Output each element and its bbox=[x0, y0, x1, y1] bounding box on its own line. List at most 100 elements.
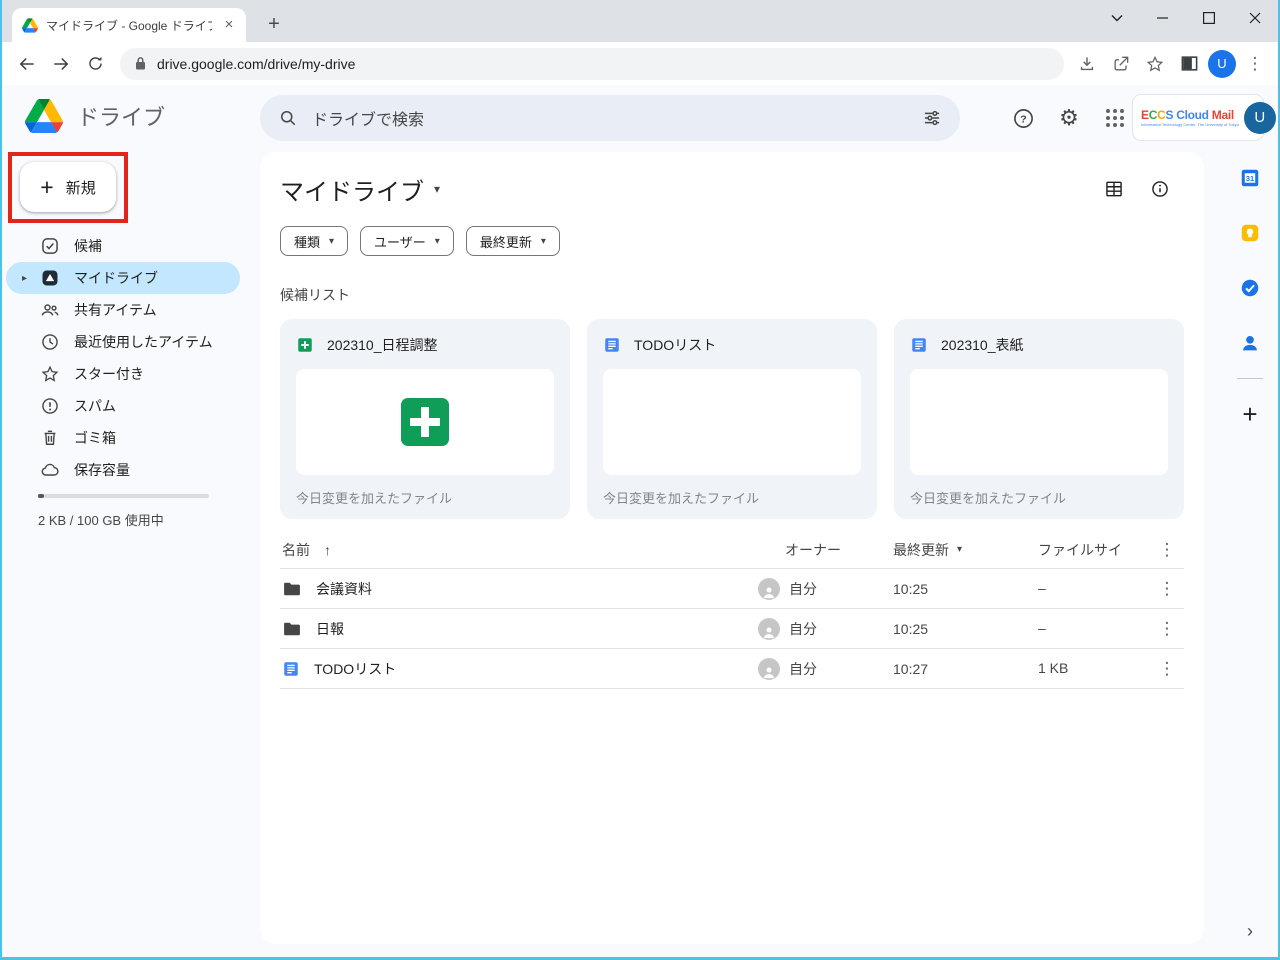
file-table: 名前 ↑ オーナー 最終更新 ▾ ファイルサイ ⋮ 会議資料 bbox=[280, 531, 1184, 689]
add-side-panel-app-icon[interactable]: + bbox=[1242, 399, 1257, 430]
table-row[interactable]: 日報 自分 10:25 – ⋮ bbox=[280, 609, 1184, 649]
sidebar-item-my-drive[interactable]: ▸ マイドライブ bbox=[6, 262, 240, 294]
docs-file-icon bbox=[603, 336, 621, 354]
filter-chips: 種類 ▾ ユーザー ▾ 最終更新 ▾ bbox=[280, 226, 1184, 256]
sidebar-item-trash[interactable]: ゴミ箱 bbox=[6, 422, 240, 454]
sheets-logo-large bbox=[397, 394, 453, 450]
suggestion-card[interactable]: 202310_日程調整 今日変更を加えたファイル bbox=[280, 319, 570, 519]
window-menu-chevron-icon[interactable] bbox=[1094, 0, 1140, 36]
side-panel-icon[interactable] bbox=[1174, 49, 1204, 79]
browser-profile-avatar[interactable]: U bbox=[1208, 50, 1236, 78]
owner-avatar-icon bbox=[758, 578, 780, 600]
file-name: 会議資料 bbox=[316, 579, 372, 599]
table-row[interactable]: TODOリスト 自分 10:27 1 KB ⋮ bbox=[280, 649, 1184, 689]
sidebar-item-label: ゴミ箱 bbox=[74, 428, 116, 448]
chevron-down-icon: ▾ bbox=[329, 236, 334, 247]
reload-icon[interactable] bbox=[80, 49, 110, 79]
account-avatar[interactable]: U bbox=[1244, 102, 1276, 134]
chevron-down-icon: ▾ bbox=[957, 544, 962, 555]
chip-type[interactable]: 種類 ▾ bbox=[280, 226, 348, 256]
sidebar-item-suggested[interactable]: 候補 bbox=[6, 230, 240, 262]
sidebar-item-shared[interactable]: 共有アイテム bbox=[6, 294, 240, 326]
modified-time: 10:25 bbox=[893, 581, 928, 597]
share-icon[interactable] bbox=[1106, 49, 1136, 79]
table-row[interactable]: 会議資料 自分 10:25 – ⋮ bbox=[280, 569, 1184, 609]
search-input[interactable]: ドライブで検索 bbox=[260, 95, 960, 141]
eccs-word-mail: Mail bbox=[1212, 108, 1234, 122]
account-badge[interactable]: ECCS Cloud Mail Information Technology C… bbox=[1133, 95, 1263, 140]
tab-close-icon[interactable]: × bbox=[220, 16, 238, 34]
download-icon[interactable] bbox=[1072, 49, 1102, 79]
expand-arrow-icon[interactable]: ▸ bbox=[22, 273, 27, 284]
url-bar[interactable]: drive.google.com/drive/my-drive bbox=[120, 48, 1064, 80]
sidebar-item-storage[interactable]: 保存容量 bbox=[6, 454, 240, 486]
row-menu-kebab-icon[interactable]: ⋮ bbox=[1150, 659, 1184, 679]
browser-titlebar: マイドライブ - Google ドライブ × + bbox=[0, 0, 1280, 42]
chip-label: ユーザー bbox=[374, 232, 426, 251]
chevron-down-icon: ▾ bbox=[435, 236, 440, 247]
window-maximize-icon[interactable] bbox=[1186, 0, 1232, 36]
search-icon bbox=[278, 108, 298, 128]
card-preview bbox=[296, 369, 554, 475]
clock-icon bbox=[40, 332, 60, 352]
check-square-icon bbox=[40, 236, 60, 256]
window-close-icon[interactable] bbox=[1232, 0, 1278, 36]
sidebar: + 新規 候補 ▸ マイドライブ 共有アイテム 最近使用したアイ bbox=[0, 152, 256, 960]
new-button[interactable]: + 新規 bbox=[20, 162, 116, 212]
bookmark-star-icon[interactable] bbox=[1140, 49, 1170, 79]
tasks-icon[interactable] bbox=[1239, 277, 1261, 299]
sidebar-item-starred[interactable]: スター付き bbox=[6, 358, 240, 390]
main-panel: マイドライブ ▾ 種類 ▾ ユーザー ▾ 最終更新 ▾ 候補リスト bbox=[260, 152, 1204, 944]
sidebar-item-spam[interactable]: スパム bbox=[6, 390, 240, 422]
drive-brand[interactable]: ドライブ bbox=[25, 99, 165, 133]
suggestion-card[interactable]: TODOリスト 今日変更を加えたファイル bbox=[587, 319, 877, 519]
svg-text:31: 31 bbox=[1246, 174, 1254, 183]
apps-grid-icon[interactable] bbox=[1102, 105, 1128, 131]
sidebar-item-label: 候補 bbox=[74, 236, 102, 256]
info-icon[interactable] bbox=[1150, 179, 1170, 199]
my-drive-icon bbox=[40, 268, 60, 288]
contacts-icon[interactable] bbox=[1239, 332, 1261, 354]
expand-side-panel-chevron-icon[interactable]: › bbox=[1247, 921, 1253, 942]
sort-ascending-icon[interactable]: ↑ bbox=[324, 542, 331, 558]
chevron-down-icon: ▾ bbox=[541, 236, 546, 247]
column-header-name[interactable]: 名前 bbox=[282, 540, 310, 560]
search-options-tune-icon[interactable] bbox=[922, 108, 942, 128]
forward-icon[interactable] bbox=[46, 49, 76, 79]
help-icon[interactable]: ? bbox=[1010, 105, 1036, 131]
settings-gear-icon[interactable]: ⚙ bbox=[1056, 105, 1082, 131]
chip-label: 種類 bbox=[294, 232, 320, 251]
search-placeholder: ドライブで検索 bbox=[312, 106, 908, 130]
file-name: TODOリスト bbox=[314, 659, 396, 679]
column-header-size[interactable]: ファイルサイ bbox=[1038, 542, 1122, 558]
sidebar-nav: 候補 ▸ マイドライブ 共有アイテム 最近使用したアイテム スター付き bbox=[6, 230, 240, 486]
sidebar-item-label: 最近使用したアイテム bbox=[74, 332, 213, 352]
window-minimize-icon[interactable] bbox=[1140, 0, 1186, 36]
table-options-kebab-icon[interactable]: ⋮ bbox=[1150, 540, 1184, 560]
back-icon[interactable] bbox=[12, 49, 42, 79]
owner-avatar-icon bbox=[758, 618, 780, 640]
suggestion-card[interactable]: 202310_表紙 今日変更を加えたファイル bbox=[894, 319, 1184, 519]
window-controls bbox=[1094, 0, 1278, 36]
lock-icon bbox=[134, 56, 147, 71]
calendar-icon[interactable]: 31 bbox=[1239, 167, 1261, 189]
keep-icon[interactable] bbox=[1239, 222, 1261, 244]
sidebar-item-label: スパム bbox=[74, 396, 116, 416]
browser-tab[interactable]: マイドライブ - Google ドライブ × bbox=[12, 8, 246, 42]
table-header-row: 名前 ↑ オーナー 最終更新 ▾ ファイルサイ ⋮ bbox=[280, 531, 1184, 569]
grid-view-icon[interactable] bbox=[1104, 179, 1124, 199]
row-menu-kebab-icon[interactable]: ⋮ bbox=[1150, 619, 1184, 639]
sidebar-item-recent[interactable]: 最近使用したアイテム bbox=[6, 326, 240, 358]
chip-people[interactable]: ユーザー ▾ bbox=[360, 226, 454, 256]
chip-modified[interactable]: 最終更新 ▾ bbox=[466, 226, 560, 256]
browser-menu-kebab-icon[interactable]: ⋮ bbox=[1240, 49, 1270, 79]
row-menu-kebab-icon[interactable]: ⋮ bbox=[1150, 579, 1184, 599]
sheets-file-icon bbox=[296, 336, 314, 354]
page-title[interactable]: マイドライブ bbox=[280, 172, 424, 207]
column-header-modified[interactable]: 最終更新 bbox=[893, 540, 949, 560]
column-header-owner[interactable]: オーナー bbox=[785, 540, 841, 560]
star-icon bbox=[40, 364, 60, 384]
title-caret-icon[interactable]: ▾ bbox=[434, 182, 440, 196]
card-file-name: 202310_日程調整 bbox=[327, 335, 438, 355]
new-tab-button[interactable]: + bbox=[260, 11, 288, 39]
